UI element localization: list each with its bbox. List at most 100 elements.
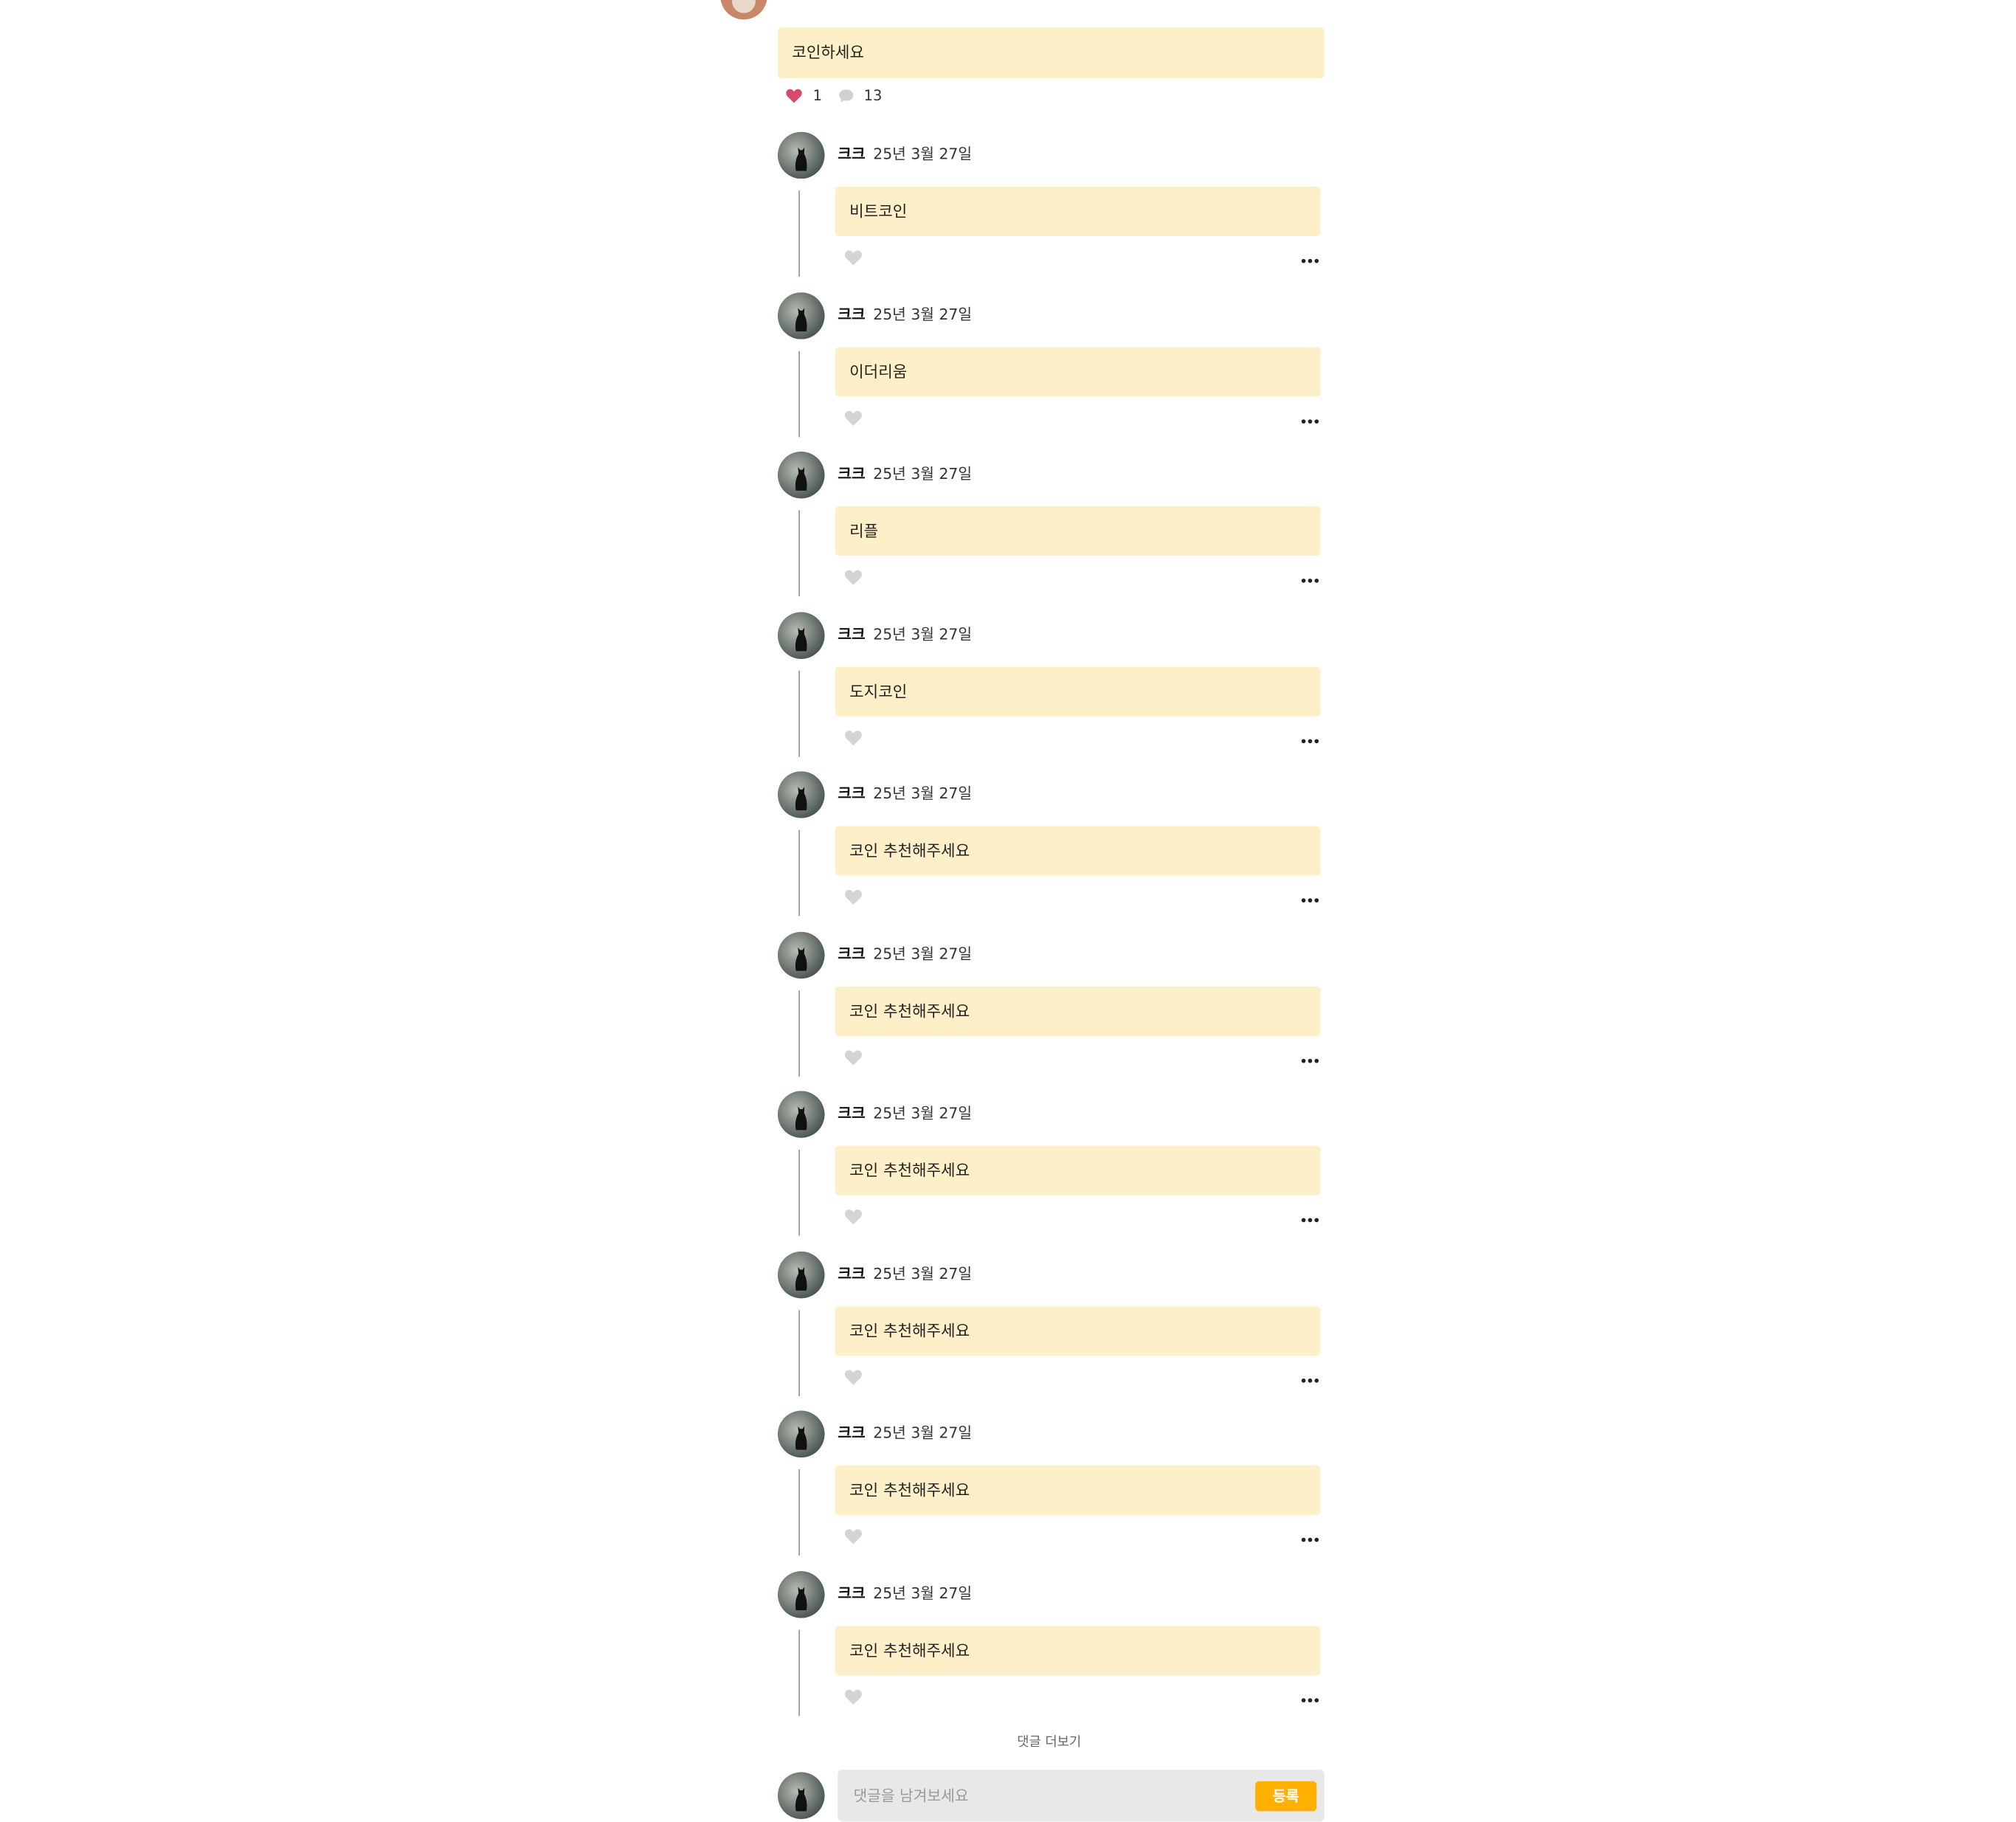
reply-author-avatar[interactable]	[777, 451, 825, 499]
thread-line	[798, 829, 800, 917]
more-dots-icon[interactable]	[1299, 1525, 1320, 1542]
reply-author-name[interactable]: 크크	[838, 1584, 865, 1603]
post-meta	[780, 0, 788, 3]
reply-meta: 크크 25년 3월 27일	[838, 783, 972, 804]
reply-item: 크크 25년 3월 27일리플	[777, 451, 1326, 599]
reply-date: 25년 3월 27일	[873, 1424, 973, 1442]
reply-content: 코인 추천해주세요	[835, 1306, 1321, 1356]
heart-icon[interactable]	[844, 886, 863, 905]
reply-author-name[interactable]: 크크	[838, 1264, 865, 1283]
heart-icon[interactable]	[786, 87, 803, 104]
reply-date: 25년 3월 27일	[873, 625, 973, 643]
heart-icon[interactable]	[844, 1046, 863, 1066]
reply-author-avatar[interactable]	[777, 1251, 825, 1299]
reply-content: 코인 추천해주세요	[835, 1626, 1321, 1676]
reply-date: 25년 3월 27일	[873, 1264, 973, 1283]
thread-line	[798, 1629, 800, 1716]
thread-line	[798, 670, 800, 757]
thread-line	[798, 510, 800, 597]
reply-author-name[interactable]: 크크	[838, 145, 865, 163]
reply-item: 크크 25년 3월 27일비트코인	[777, 131, 1326, 280]
heart-icon[interactable]	[844, 1206, 863, 1225]
reply-item: 크크 25년 3월 27일코인 추천해주세요	[777, 1571, 1326, 1719]
heart-icon[interactable]	[844, 246, 863, 266]
more-dots-icon[interactable]	[1299, 1206, 1320, 1223]
reply-item: 크크 25년 3월 27일코인 추천해주세요	[777, 1091, 1326, 1238]
reply-meta: 크크 25년 3월 27일	[838, 1422, 972, 1443]
submit-comment-button[interactable]: 등록	[1255, 1781, 1317, 1812]
heart-icon[interactable]	[844, 1366, 863, 1385]
more-dots-icon[interactable]	[1299, 1686, 1320, 1702]
more-dots-icon[interactable]	[1299, 727, 1320, 744]
comment-section: 코인하세요 1 13 크크 25년 3월 27일 비트코인 크크 25년 3월 27일…	[0, 0, 2016, 1822]
reply-author-avatar[interactable]	[777, 771, 825, 818]
thread-line	[798, 1310, 800, 1397]
reply-content: 이더리움	[835, 347, 1321, 397]
reply-content: 비트코인	[835, 186, 1321, 237]
thread-line	[798, 990, 800, 1077]
reply-item: 크크 25년 3월 27일이더리움	[777, 292, 1326, 440]
reply-meta: 크크 25년 3월 27일	[838, 1583, 972, 1604]
comment-composer: 등록	[838, 1769, 1325, 1822]
reply-author-avatar[interactable]	[777, 931, 825, 979]
reply-meta: 크크 25년 3월 27일	[838, 1102, 972, 1123]
reply-date: 25년 3월 27일	[873, 945, 973, 964]
reply-author-name[interactable]: 크크	[838, 945, 865, 963]
reply-content: 도지코인	[835, 666, 1321, 717]
more-dots-icon[interactable]	[1299, 407, 1320, 424]
reply-date: 25년 3월 27일	[873, 464, 973, 483]
reply-content: 리플	[835, 506, 1321, 556]
post-author-avatar[interactable]	[720, 0, 767, 20]
more-dots-icon[interactable]	[1299, 886, 1320, 903]
reply-meta: 크크 25년 3월 27일	[838, 304, 972, 325]
reply-item: 크크 25년 3월 27일도지코인	[777, 612, 1326, 759]
post-comment-count: 13	[863, 87, 883, 105]
comment-input[interactable]	[838, 1769, 1243, 1822]
reply-item: 크크 25년 3월 27일코인 추천해주세요	[777, 1251, 1326, 1399]
current-user-avatar[interactable]	[777, 1772, 825, 1820]
heart-icon[interactable]	[844, 407, 863, 427]
reply-meta: 크크 25년 3월 27일	[838, 463, 972, 484]
more-dots-icon[interactable]	[1299, 246, 1320, 263]
thread-line	[798, 190, 800, 277]
heart-icon[interactable]	[844, 1525, 863, 1545]
reply-author-avatar[interactable]	[777, 1571, 825, 1618]
reply-item: 크크 25년 3월 27일코인 추천해주세요	[777, 931, 1326, 1080]
reply-author-name[interactable]: 크크	[838, 1424, 865, 1442]
reply-content: 코인 추천해주세요	[835, 1145, 1321, 1195]
reply-date: 25년 3월 27일	[873, 784, 973, 803]
reply-author-name[interactable]: 크크	[838, 784, 865, 803]
heart-icon[interactable]	[844, 1686, 863, 1705]
reply-date: 25년 3월 27일	[873, 1584, 973, 1603]
more-dots-icon[interactable]	[1299, 1046, 1320, 1063]
thread-line	[798, 351, 800, 438]
reply-content: 코인 추천해주세요	[835, 986, 1321, 1037]
heart-icon[interactable]	[844, 566, 863, 585]
reply-author-avatar[interactable]	[777, 1410, 825, 1458]
reply-author-name[interactable]: 크크	[838, 465, 865, 483]
reply-author-name[interactable]: 크크	[838, 306, 865, 324]
reply-meta: 크크 25년 3월 27일	[838, 624, 972, 644]
reply-author-avatar[interactable]	[777, 131, 825, 179]
reply-item: 크크 25년 3월 27일코인 추천해주세요	[777, 771, 1326, 919]
thread-line	[798, 1149, 800, 1236]
post-content: 코인하세요	[777, 27, 1325, 79]
reply-author-avatar[interactable]	[777, 292, 825, 339]
more-comments-button[interactable]: 댓글 더보기	[992, 1730, 1107, 1750]
thread-line	[798, 1469, 800, 1556]
reply-meta: 크크 25년 3월 27일	[838, 943, 972, 964]
reply-author-avatar[interactable]	[777, 612, 825, 659]
reply-item: 크크 25년 3월 27일코인 추천해주세요	[777, 1410, 1326, 1559]
speech-bubble-icon[interactable]	[838, 87, 855, 104]
heart-icon[interactable]	[844, 727, 863, 746]
more-dots-icon[interactable]	[1299, 566, 1320, 583]
reply-date: 25년 3월 27일	[873, 1103, 973, 1122]
reply-author-avatar[interactable]	[777, 1091, 825, 1138]
more-dots-icon[interactable]	[1299, 1366, 1320, 1383]
post-like-count: 1	[812, 87, 823, 105]
reply-content: 코인 추천해주세요	[835, 1465, 1321, 1515]
reply-author-name[interactable]: 크크	[838, 1104, 865, 1122]
reply-author-name[interactable]: 크크	[838, 625, 865, 643]
reply-meta: 크크 25년 3월 27일	[838, 144, 972, 165]
reply-content: 코인 추천해주세요	[835, 826, 1321, 876]
